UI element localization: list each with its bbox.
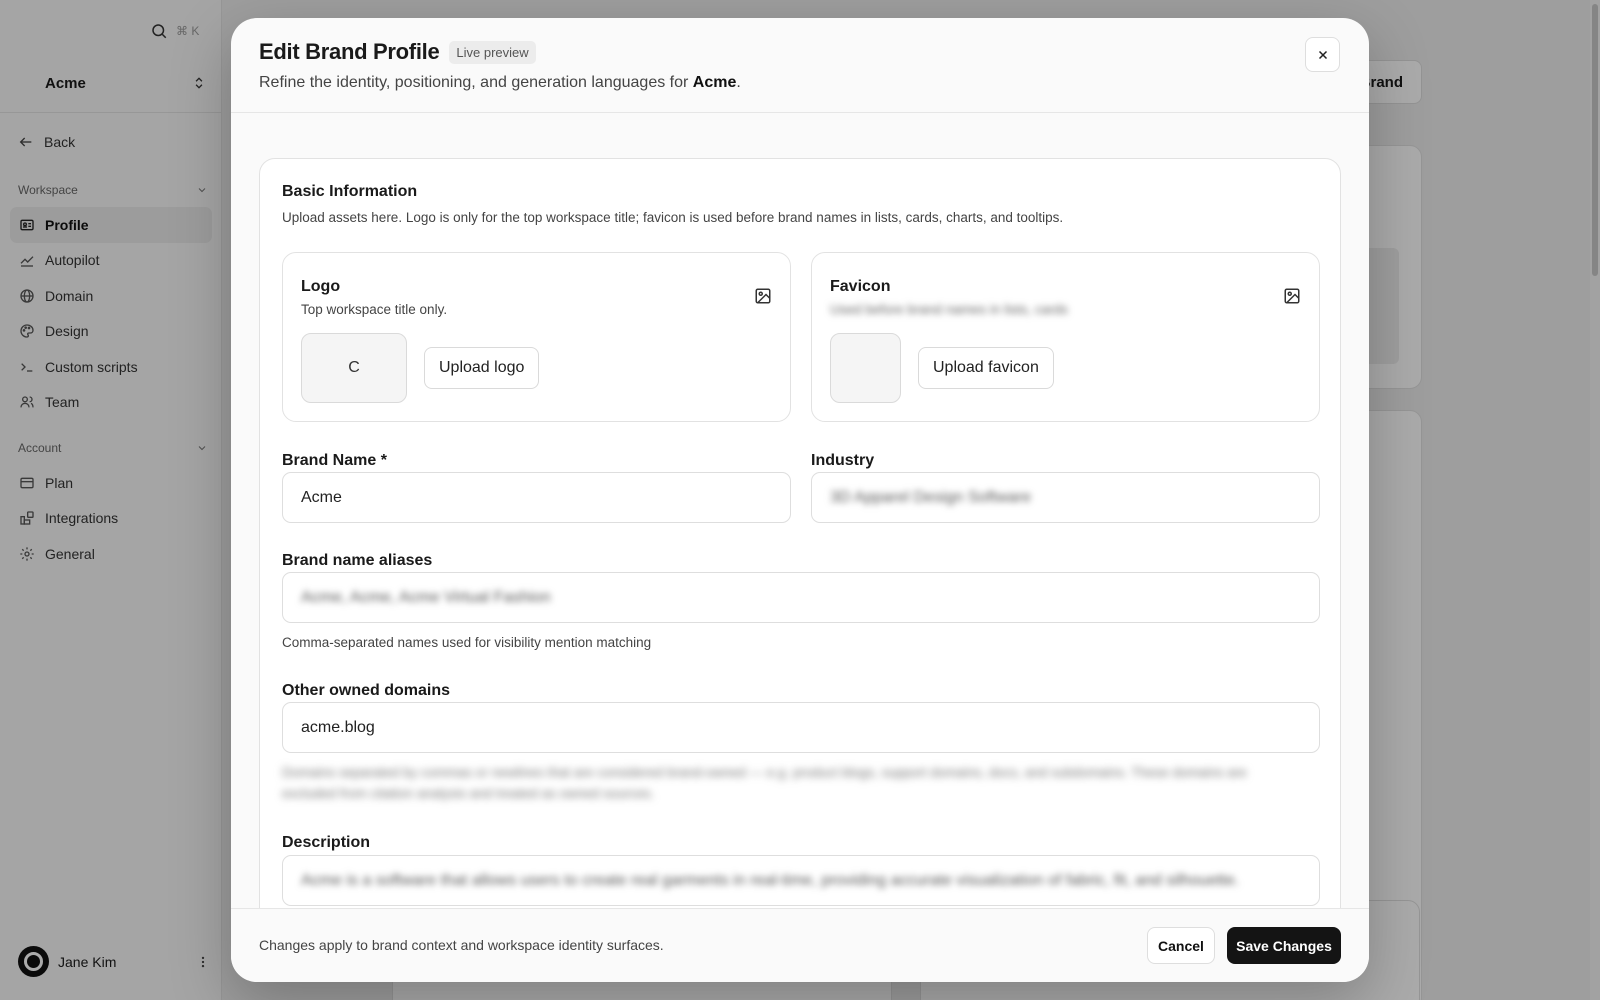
close-icon: [1317, 49, 1329, 61]
description-textarea[interactable]: Acme is a software that allows users to …: [282, 855, 1320, 906]
dialog-body[interactable]: Basic Information Upload assets here. Lo…: [231, 114, 1369, 928]
logo-subtitle: Top workspace title only.: [301, 302, 448, 317]
aliases-input[interactable]: Acme, Acme, Acme Virtual Fashion: [282, 572, 1320, 623]
aliases-label: Brand name aliases: [282, 552, 433, 569]
edit-brand-profile-dialog: Edit Brand Profile Live preview Refine t…: [231, 18, 1369, 982]
logo-title: Logo: [301, 278, 341, 295]
logo-preview: C: [301, 333, 407, 403]
dialog-title: Edit Brand Profile: [259, 39, 440, 64]
industry-input[interactable]: 3D Apparel Design Software: [811, 472, 1320, 523]
logo-card: Logo Top workspace title only. C Upload …: [282, 252, 791, 422]
cancel-button[interactable]: Cancel: [1147, 927, 1215, 964]
description-value: Acme is a software that allows users to …: [301, 871, 1240, 889]
section-title: Basic Information: [282, 183, 418, 200]
domains-label: Other owned domains: [282, 682, 451, 699]
favicon-title: Favicon: [830, 278, 891, 295]
brand-name-value: Acme: [301, 488, 342, 506]
favicon-subtitle: Used before brand names in lists, cards: [830, 302, 1068, 317]
image-icon: [754, 287, 772, 305]
subtitle-brand: Acme: [692, 74, 737, 91]
brand-name-input[interactable]: Acme: [282, 472, 791, 523]
industry-label: Industry: [811, 452, 875, 469]
aliases-help: Comma-separated names used for visibilit…: [282, 635, 652, 650]
image-icon: [1283, 287, 1301, 305]
footer-note: Changes apply to brand context and works…: [259, 937, 664, 953]
dialog-subtitle: Refine the identity, positioning, and ge…: [259, 74, 741, 91]
upload-favicon-button[interactable]: Upload favicon: [918, 347, 1054, 389]
favicon-preview: [830, 333, 901, 403]
domains-value: acme.blog: [301, 718, 375, 736]
favicon-card: Favicon Used before brand names in lists…: [811, 252, 1320, 422]
live-preview-badge: Live preview: [449, 40, 536, 64]
dialog-header: Edit Brand Profile Live preview Refine t…: [231, 18, 1369, 113]
brand-name-label: Brand Name *: [282, 452, 387, 469]
aliases-value: Acme, Acme, Acme Virtual Fashion: [301, 588, 551, 606]
basic-information-panel: Basic Information Upload assets here. Lo…: [259, 158, 1341, 928]
save-changes-button[interactable]: Save Changes: [1227, 927, 1341, 964]
upload-logo-button[interactable]: Upload logo: [424, 347, 540, 389]
industry-value: 3D Apparel Design Software: [830, 488, 1031, 506]
description-label: Description: [282, 834, 371, 851]
dialog-footer: Changes apply to brand context and works…: [231, 908, 1369, 982]
close-button[interactable]: [1305, 37, 1340, 72]
section-description: Upload assets here. Logo is only for the…: [282, 210, 1064, 225]
domains-help: Domains separated by commas or newlines …: [282, 765, 1247, 801]
domains-input[interactable]: acme.blog: [282, 702, 1320, 753]
